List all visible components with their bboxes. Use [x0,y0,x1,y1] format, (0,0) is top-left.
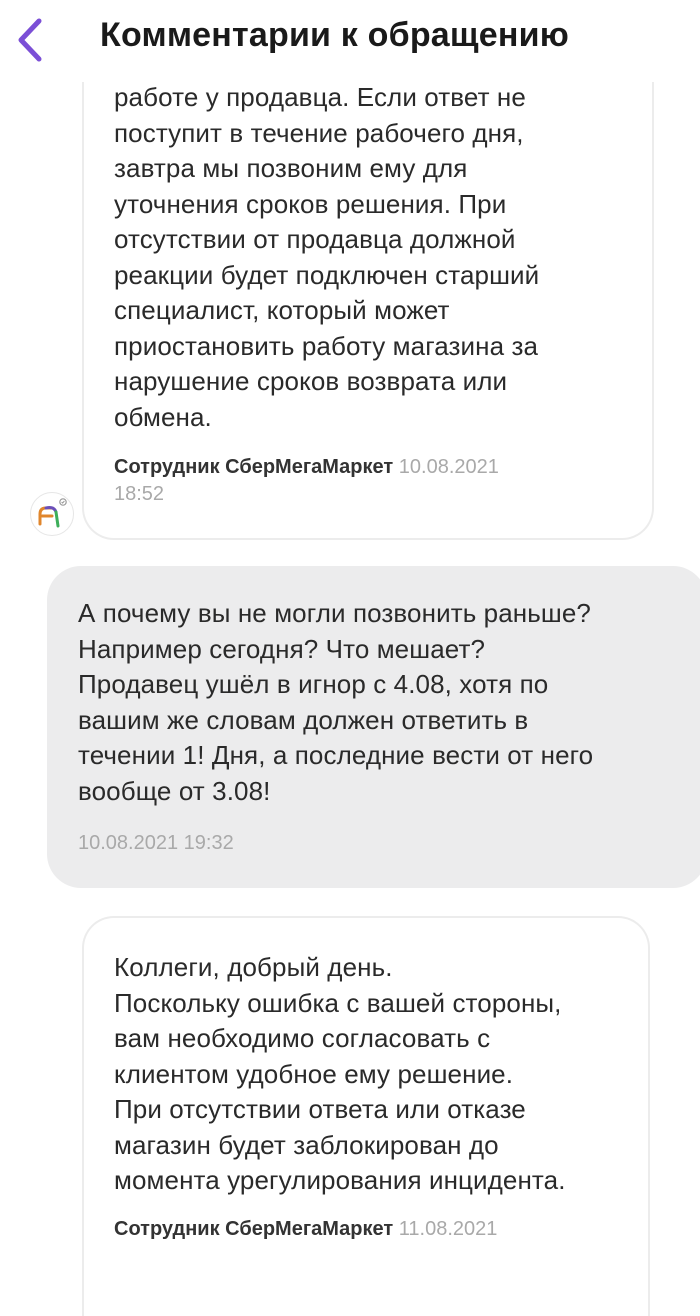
message-date: 11.08.2021 [398,1218,498,1240]
message-meta: Сотрудник СберМегаМаркет 10.08.2021 18:5… [114,454,584,508]
support-logo-icon [38,498,67,528]
header-bar: Комментарии к обращению [0,0,700,82]
message-timestamp: 10.08.2021 19:32 [78,832,234,854]
support-message-card: Коллеги, добрый день. Поскольку ошибка с… [82,916,650,1316]
page-title: Комментарии к обращению [100,16,569,54]
back-button[interactable] [8,14,52,66]
message-text: Коллеги, добрый день. Поскольку ошибка с… [114,952,566,1195]
chevron-left-icon [18,18,42,62]
message-date: 10.08.2021 [398,456,499,478]
message-meta: Сотрудник СберМегаМаркет 11.08.2021 [114,1216,584,1243]
message-author: Сотрудник СберМегаМаркет [114,456,394,478]
message-time: 18:52 [114,483,165,505]
support-message-card: работе у продавца. Если ответ не поступи… [82,40,654,540]
avatar [30,492,74,536]
user-message-bubble: А почему вы не могли позвонить раньше? Н… [47,566,700,888]
message-text: А почему вы не могли позвонить раньше? Н… [78,598,594,806]
message-author: Сотрудник СберМегаМаркет [114,1218,394,1240]
message-text: работе у продавца. Если ответ не поступи… [114,82,540,432]
